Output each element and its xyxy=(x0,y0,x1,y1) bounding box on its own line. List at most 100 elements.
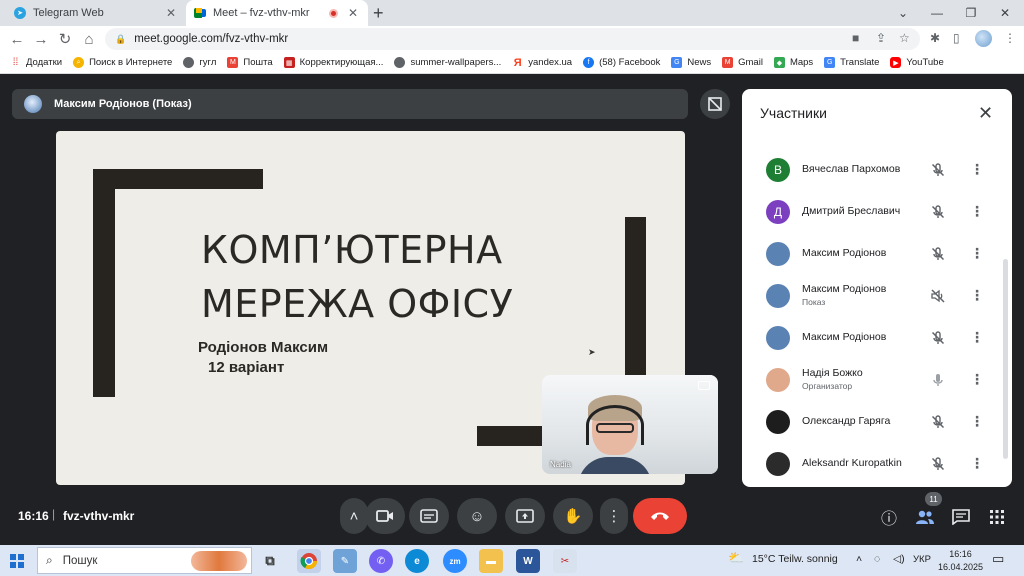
tab-search-icon[interactable]: ⌄ xyxy=(886,0,920,26)
new-tab-button[interactable]: + xyxy=(373,3,384,24)
url-input[interactable]: 🔒 meet.google.com/fvz-vthv-mkr xyxy=(105,28,920,50)
picture-in-picture-icon[interactable] xyxy=(698,381,710,390)
url-text: meet.google.com/fvz-vthv-mkr xyxy=(134,33,289,45)
bookmark-google[interactable]: гугл xyxy=(183,57,216,68)
restore-button[interactable]: ❐ xyxy=(954,0,988,26)
chevron-up-icon[interactable]: ˄ xyxy=(856,553,862,565)
leave-call-button[interactable] xyxy=(633,498,687,534)
back-button[interactable]: ← xyxy=(8,30,26,48)
language-indicator[interactable]: УКР xyxy=(913,554,931,565)
zoom-app-icon[interactable]: zm xyxy=(443,549,467,573)
tab-meet[interactable]: Meet – fvz-vthv-mkr ✕ xyxy=(186,0,368,26)
word-app-icon[interactable]: W xyxy=(516,549,540,573)
forward-button[interactable]: → xyxy=(32,30,50,48)
microphone-off-icon[interactable] xyxy=(930,330,946,346)
share-icon[interactable]: ⇪ xyxy=(876,31,886,45)
bookmark-apps[interactable]: ⁞⁞ Додатки xyxy=(10,57,62,68)
participant-row[interactable]: Д Дмитрий Бреславич ⋮ xyxy=(742,191,1002,233)
edge-browser-icon[interactable]: e xyxy=(405,549,429,573)
meeting-details-icon[interactable]: ⓘ xyxy=(878,506,900,528)
bookmark-corrective[interactable]: ▦ Корректирующая... xyxy=(283,57,383,68)
self-view-tile[interactable]: Nadia xyxy=(542,375,718,474)
pin-off-icon[interactable] xyxy=(700,89,730,119)
bookmark-youtube[interactable]: ▶ YouTube xyxy=(890,57,944,68)
microphone-off-icon[interactable] xyxy=(930,162,946,178)
home-button[interactable]: ⌂ xyxy=(80,30,98,48)
weather-text[interactable]: 15°C Teilw. sonnig xyxy=(752,553,838,565)
raise-hand-button[interactable]: ✋ xyxy=(553,498,593,534)
bookmark-mail[interactable]: M Пошта xyxy=(227,57,273,68)
notification-icon[interactable]: ▭ xyxy=(992,551,1004,567)
participant-more-icon[interactable]: ⋮ xyxy=(970,455,984,472)
present-screen-button[interactable] xyxy=(505,498,545,534)
minimize-button[interactable]: — xyxy=(920,0,954,26)
bookmark-search[interactable]: ⌕ Поиск в Интернете xyxy=(73,57,172,68)
participant-row[interactable]: В Вячеслав Пархомов ⋮ xyxy=(742,149,1002,191)
camera-toggle-button[interactable] xyxy=(365,498,405,534)
microphone-off-icon[interactable] xyxy=(930,204,946,220)
close-icon[interactable]: ✕ xyxy=(346,6,360,20)
tab-telegram[interactable]: ➤ Telegram Web ✕ xyxy=(6,0,186,26)
participant-row[interactable]: Максим Родіонов ⋮ xyxy=(742,233,1002,275)
snipping-tool-icon[interactable]: ✂ xyxy=(553,549,577,573)
more-options-button[interactable]: ⋮ xyxy=(600,498,628,534)
globe-icon xyxy=(183,57,195,68)
participant-row[interactable]: Максим Родіонов Показ ⋮ xyxy=(742,275,1002,317)
network-icon[interactable]: ◌ xyxy=(874,553,880,565)
people-icon[interactable] xyxy=(914,506,936,528)
extensions-icon[interactable]: ✱ xyxy=(930,31,940,45)
bookmark-wallpapers[interactable]: summer-wallpapers... xyxy=(394,57,501,68)
camera-icon[interactable]: ■ xyxy=(852,31,859,45)
bookmark-news[interactable]: G News xyxy=(671,57,711,68)
mouse-cursor-icon: ➤ xyxy=(588,347,596,357)
reactions-button[interactable]: ☺ xyxy=(457,498,497,534)
reload-button[interactable]: ↻ xyxy=(56,30,74,48)
profile-avatar[interactable] xyxy=(975,30,992,47)
viber-icon[interactable]: ✆ xyxy=(369,549,393,573)
bookmark-gmail[interactable]: M Gmail xyxy=(722,57,763,68)
volume-off-icon[interactable] xyxy=(930,288,946,304)
bookmark-translate[interactable]: G Translate xyxy=(824,57,879,68)
bookmark-star-icon[interactable]: ☆ xyxy=(899,31,910,45)
taskbar-clock[interactable]: 16:16 16.04.2025 xyxy=(938,548,983,574)
chat-icon[interactable] xyxy=(950,506,972,528)
participant-row[interactable]: Олександр Гаряга ⋮ xyxy=(742,401,1002,443)
task-view-icon[interactable]: ⧉ xyxy=(258,549,282,573)
bookmark-yandex[interactable]: Я yandex.ua xyxy=(512,57,572,69)
file-explorer-icon[interactable]: ▬ xyxy=(479,549,503,573)
microphone-off-icon[interactable] xyxy=(930,414,946,430)
participant-name: Максим Родіонов xyxy=(802,283,887,295)
taskbar-search-input[interactable]: ⌕ Пошук xyxy=(37,547,252,574)
menu-kebab-icon[interactable]: ⋮ xyxy=(1004,31,1016,45)
tab-title: Meet – fvz-vthv-mkr xyxy=(213,7,310,19)
participant-more-icon[interactable]: ⋮ xyxy=(970,329,984,346)
participant-more-icon[interactable]: ⋮ xyxy=(970,371,984,388)
windows-start-icon[interactable] xyxy=(10,554,24,568)
captions-button[interactable] xyxy=(409,498,449,534)
close-icon[interactable]: ✕ xyxy=(978,103,993,124)
bookmark-facebook[interactable]: f (58) Facebook xyxy=(583,57,660,68)
bookmark-maps[interactable]: ◆ Maps xyxy=(773,57,813,68)
microphone-icon[interactable] xyxy=(930,372,946,388)
side-panel-icon[interactable]: ▯ xyxy=(953,31,960,45)
participant-more-icon[interactable]: ⋮ xyxy=(970,203,984,220)
participant-more-icon[interactable]: ⋮ xyxy=(970,161,984,178)
participant-row[interactable]: Надія Божко Организатор ⋮ xyxy=(742,359,1002,401)
close-icon[interactable]: ✕ xyxy=(164,6,178,20)
participant-row[interactable]: Aleksandr Kuropatkin ⋮ xyxy=(742,443,1002,485)
search-icon: ⌕ xyxy=(46,553,53,567)
paint-app-icon[interactable]: ✎ xyxy=(333,549,357,573)
participant-row[interactable]: Максим Родіонов ⋮ xyxy=(742,317,1002,359)
microphone-off-icon[interactable] xyxy=(930,246,946,262)
video-person xyxy=(578,395,652,474)
scrollbar[interactable] xyxy=(1003,259,1008,459)
microphone-off-icon[interactable] xyxy=(930,456,946,472)
participant-more-icon[interactable]: ⋮ xyxy=(970,245,984,262)
participant-more-icon[interactable]: ⋮ xyxy=(970,287,984,304)
speaker-icon[interactable]: ◁) xyxy=(893,553,905,565)
more-audio-options-button[interactable]: ˄ xyxy=(340,498,368,534)
close-window-button[interactable]: ✕ xyxy=(988,0,1022,26)
participant-more-icon[interactable]: ⋮ xyxy=(970,413,984,430)
chrome-taskbar-icon[interactable] xyxy=(297,549,321,573)
activities-grid-icon[interactable] xyxy=(986,506,1008,528)
